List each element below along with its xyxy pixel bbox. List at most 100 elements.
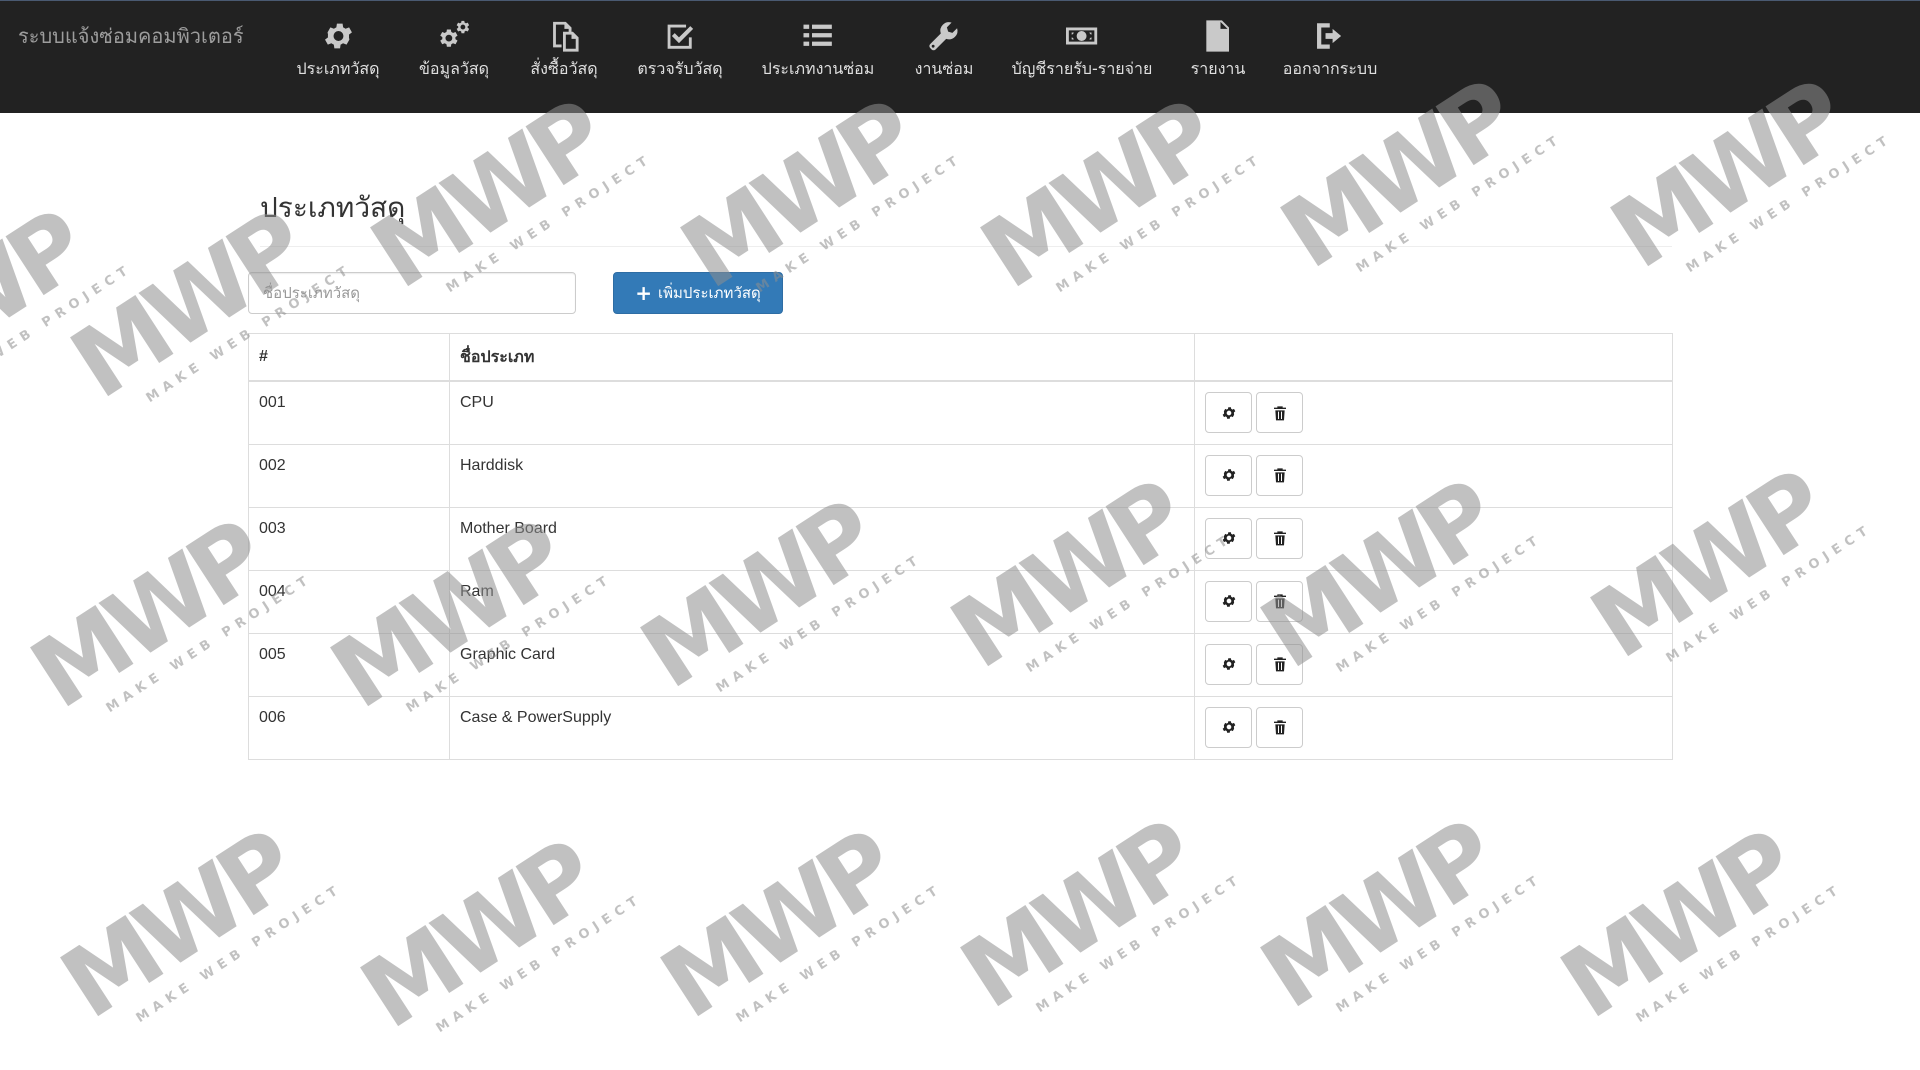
- table-row: 004 Ram: [248, 569, 1673, 634]
- nav-item-repair-types[interactable]: ประเภทงานซ่อม: [761, 19, 875, 89]
- delete-button[interactable]: [1256, 706, 1303, 748]
- edit-button[interactable]: [1205, 392, 1252, 433]
- edit-button[interactable]: [1205, 580, 1252, 622]
- gear-icon: [1221, 405, 1237, 421]
- watermark-subtitle: MAKE WEB PROJECT: [733, 881, 946, 1026]
- cell-actions: [1194, 632, 1673, 697]
- table-row: 005 Graphic Card: [248, 632, 1673, 697]
- cell-name: CPU: [449, 380, 1195, 445]
- page-title: ประเภทวัสดุ: [260, 191, 406, 224]
- nav-item-accounts[interactable]: บัญชีรายรับ-รายจ่าย: [1012, 19, 1152, 89]
- nav-label: สั่งซื้อวัสดุ: [530, 59, 598, 78]
- edit-button[interactable]: [1205, 517, 1252, 559]
- gears-icon: [440, 20, 470, 47]
- title-divider: [260, 246, 1672, 247]
- watermark-subtitle: MAKE WEB PROJECT: [133, 881, 346, 1026]
- trash-icon: [1272, 530, 1288, 546]
- watermark-subtitle: MAKE WEB PROJECT: [0, 261, 136, 406]
- watermark-subtitle: MAKE WEB PROJECT: [1633, 881, 1846, 1026]
- nav-label: ประเภทงานซ่อม: [761, 59, 875, 78]
- watermark-subtitle: MAKE WEB PROJECT: [433, 891, 646, 1036]
- top-navbar: ระบบแจ้งซ่อมคอมพิวเตอร์ ประเภทวัสดุ ข้อม…: [0, 0, 1920, 113]
- nav-label: ข้อมูลวัสดุ: [418, 59, 490, 78]
- delete-button[interactable]: [1256, 517, 1303, 559]
- trash-icon: [1272, 405, 1288, 421]
- cell-actions: [1194, 443, 1673, 508]
- watermark-logo: MWP: [962, 81, 1232, 311]
- add-button-label: เพิ่มประเภทวัสดุ: [658, 284, 761, 302]
- delete-button[interactable]: [1256, 580, 1303, 622]
- watermark: MWPMAKE WEB PROJECT: [1242, 800, 1546, 1051]
- watermark-logo: MWP: [942, 801, 1212, 1031]
- delete-button[interactable]: [1256, 454, 1303, 496]
- cell-name: Mother Board: [449, 506, 1195, 571]
- cell-name: Ram: [449, 569, 1195, 634]
- nav-item-order-material[interactable]: สั่งซื้อวัสดุ: [530, 19, 598, 89]
- wrench-icon: [929, 22, 958, 51]
- app-brand[interactable]: ระบบแจ้งซ่อมคอมพิวเตอร์: [18, 20, 244, 52]
- delete-button[interactable]: [1256, 392, 1303, 433]
- trash-icon: [1272, 656, 1288, 672]
- edit-button[interactable]: [1205, 706, 1252, 748]
- watermark-subtitle: MAKE WEB PROJECT: [1333, 871, 1546, 1016]
- material-type-name-input[interactable]: [248, 272, 576, 314]
- gear-icon: [1221, 467, 1237, 483]
- watermark-logo: MWP: [1542, 811, 1812, 1041]
- add-material-type-button[interactable]: + เพิ่มประเภทวัสดุ: [613, 272, 783, 314]
- watermark: MWPMAKE WEB PROJECT: [0, 190, 136, 441]
- cell-id: 003: [248, 506, 450, 571]
- nav-label: ออกจากระบบ: [1282, 59, 1378, 78]
- edit-button[interactable]: [1205, 454, 1252, 496]
- nav-item-repairs[interactable]: งานซ่อม: [914, 19, 974, 89]
- watermark: MWPMAKE WEB PROJECT: [342, 820, 646, 1070]
- cell-id: 004: [248, 569, 450, 634]
- watermark: MWPMAKE WEB PROJECT: [42, 810, 346, 1061]
- gear-icon: [1221, 530, 1237, 546]
- nav-item-reports[interactable]: รายงาน: [1191, 19, 1245, 89]
- watermark-subtitle: MAKE WEB PROJECT: [1683, 131, 1896, 276]
- nav-label: ตรวจรับวัสดุ: [637, 59, 723, 78]
- watermark-logo: MWP: [1242, 801, 1512, 1031]
- watermark-logo: MWP: [642, 811, 912, 1041]
- table-row: 006 Case & PowerSupply: [248, 695, 1673, 760]
- watermark-subtitle: MAKE WEB PROJECT: [1033, 871, 1246, 1016]
- check-square-icon: [667, 24, 693, 49]
- cell-id: 001: [248, 380, 450, 445]
- cell-actions: [1194, 380, 1673, 445]
- delete-button[interactable]: [1256, 643, 1303, 685]
- column-header-actions: [1194, 333, 1673, 382]
- nav-item-material-data[interactable]: ข้อมูลวัสดุ: [419, 19, 489, 89]
- watermark: MWPMAKE WEB PROJECT: [1542, 810, 1846, 1061]
- money-icon: [1066, 27, 1098, 45]
- watermark-logo: MWP: [342, 821, 612, 1051]
- nav-item-logout[interactable]: ออกจากระบบ: [1283, 19, 1377, 89]
- trash-icon: [1272, 467, 1288, 483]
- cell-id: 006: [248, 695, 450, 760]
- table-row: 001 CPU: [248, 380, 1673, 445]
- column-header-id: #: [248, 333, 450, 382]
- gear-icon: [1221, 593, 1237, 609]
- table-row: 003 Mother Board: [248, 506, 1673, 571]
- material-types-table: # ชื่อประเภท 001 CPU 002 Harddisk 003 Mother …: [248, 333, 1673, 760]
- column-header-name: ชื่อประเภท: [449, 333, 1195, 382]
- nav-label: งานซ่อม: [914, 59, 974, 78]
- cell-id: 005: [248, 632, 450, 697]
- trash-icon: [1272, 593, 1288, 609]
- watermark-subtitle: MAKE WEB PROJECT: [1353, 131, 1566, 276]
- table-row: 002 Harddisk: [248, 443, 1673, 508]
- cell-actions: [1194, 569, 1673, 634]
- edit-button[interactable]: [1205, 643, 1252, 685]
- watermark-logo: MWP: [0, 191, 102, 421]
- watermark-subtitle: MAKE WEB PROJECT: [1053, 151, 1266, 296]
- cell-id: 002: [248, 443, 450, 508]
- nav-item-material-types[interactable]: ประเภทวัสดุ: [296, 19, 380, 89]
- watermark: MWPMAKE WEB PROJECT: [962, 80, 1266, 331]
- cell-actions: [1194, 695, 1673, 760]
- plus-icon: +: [635, 281, 652, 305]
- cell-actions: [1194, 506, 1673, 571]
- document-icon: [1206, 20, 1230, 52]
- nav-item-receive-material[interactable]: ตรวจรับวัสดุ: [637, 19, 723, 89]
- gear-icon: [1221, 719, 1237, 735]
- nav-label: ประเภทวัสดุ: [296, 59, 380, 78]
- list-icon: [803, 24, 833, 46]
